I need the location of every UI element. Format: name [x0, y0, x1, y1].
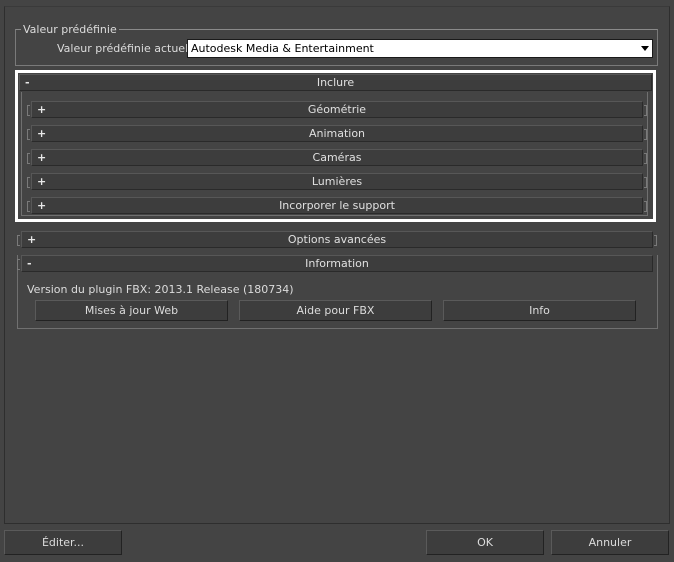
- rollout-cameras-title: Caméras: [312, 151, 362, 164]
- rollout-information[interactable]: - Information: [17, 255, 653, 272]
- fbx-export-dialog: Valeur prédéfinie Valeur prédéfinie actu…: [0, 0, 674, 562]
- rollout-cameras[interactable]: + Caméras: [27, 149, 647, 166]
- plugin-version-text: Version du plugin FBX: 2013.1 Release (1…: [27, 283, 294, 296]
- rollout-lights-title: Lumières: [311, 175, 363, 188]
- rollout-embed-media[interactable]: + Incorporer le support: [27, 197, 647, 214]
- rollout-embed-media-title: Incorporer le support: [279, 199, 395, 212]
- rollout-information-title: Information: [305, 257, 369, 270]
- rollout-geometry[interactable]: + Géométrie: [27, 101, 647, 118]
- preset-dropdown-value: Autodesk Media & Entertainment: [191, 42, 374, 55]
- info-button[interactable]: Info: [443, 300, 636, 321]
- web-updates-button[interactable]: Mises à jour Web: [35, 300, 228, 321]
- fbx-help-button[interactable]: Aide pour FBX: [239, 300, 432, 321]
- ok-button[interactable]: OK: [426, 530, 544, 555]
- cancel-button[interactable]: Annuler: [551, 530, 669, 555]
- chevron-down-icon[interactable]: [641, 46, 649, 51]
- edit-button[interactable]: Éditer...: [4, 530, 122, 555]
- include-rollout-header[interactable]: - Inclure: [19, 74, 652, 91]
- rollout-animation-title: Animation: [308, 127, 366, 140]
- preset-group-label: Valeur prédéfinie: [21, 23, 119, 36]
- rollout-lights[interactable]: + Lumières: [27, 173, 647, 190]
- preset-dropdown[interactable]: Autodesk Media & Entertainment: [187, 39, 653, 58]
- include-rollout-title: Inclure: [316, 76, 355, 89]
- rollout-advanced-options[interactable]: + Options avancées: [17, 231, 657, 248]
- rollout-advanced-options-title: Options avancées: [287, 233, 387, 246]
- rollout-animation[interactable]: + Animation: [27, 125, 647, 142]
- current-preset-label: Valeur prédéfinie actuelle:: [57, 42, 202, 55]
- rollout-geometry-title: Géométrie: [307, 103, 367, 116]
